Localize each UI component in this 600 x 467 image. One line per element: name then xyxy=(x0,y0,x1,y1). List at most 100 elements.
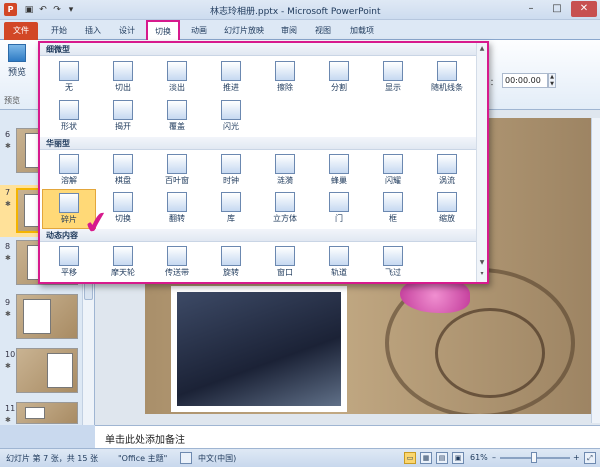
spin-down-icon[interactable]: ▼ xyxy=(549,81,555,88)
redo-icon[interactable]: ↷ xyxy=(50,3,64,17)
transition-random-bars[interactable]: 随机线条 xyxy=(420,58,474,98)
transition-blinds[interactable]: 百叶窗 xyxy=(150,151,204,191)
slide-sorter-view-icon[interactable]: ▦ xyxy=(420,452,432,464)
theme-status[interactable]: "Office 主题" xyxy=(118,453,167,464)
transition-reveal[interactable]: 显示 xyxy=(366,58,420,98)
transition-dissolve[interactable]: 溶解 xyxy=(42,151,96,191)
tab-file[interactable]: 文件 xyxy=(4,22,38,40)
transition-honeycomb-icon xyxy=(329,154,349,174)
transition-cut[interactable]: 切出 xyxy=(96,58,150,98)
reading-view-icon[interactable]: ▤ xyxy=(436,452,448,464)
save-icon[interactable]: ▣ xyxy=(22,3,36,17)
title-bar: P ▣ ↶ ↷ ▾ 林志玲相册.pptx - Microsoft PowerPo… xyxy=(0,0,600,20)
transition-window[interactable]: 窗口 xyxy=(258,243,312,283)
transition-gallery-item[interactable]: 库 xyxy=(204,189,258,229)
fit-to-window-icon[interactable]: ⤢ xyxy=(584,452,596,464)
notes-pane[interactable]: 单击此处添加备注 xyxy=(95,425,600,448)
transition-none[interactable]: 无 xyxy=(42,58,96,98)
transition-cover-icon xyxy=(167,100,187,120)
transition-window-icon xyxy=(275,246,295,266)
duration-input[interactable]: 00:00.00 xyxy=(502,73,548,88)
gallery-scrollbar[interactable]: ▲ ▼ ▾ xyxy=(476,43,487,282)
close-button[interactable]: ✕ xyxy=(571,1,597,17)
slide-number: 9 xyxy=(5,298,11,307)
minimize-button[interactable]: – xyxy=(518,1,544,17)
slide-count-status: 幻灯片 第 7 张，共 15 张 xyxy=(6,454,98,463)
transition-split[interactable]: 分割 xyxy=(312,58,366,98)
transition-vortex[interactable]: 涡流 xyxy=(420,151,474,191)
transition-fade-icon xyxy=(167,61,187,81)
transition-flip[interactable]: 翻转 xyxy=(150,189,204,229)
zoom-out-button[interactable]: – xyxy=(492,453,496,462)
slide-photo[interactable] xyxy=(171,286,347,412)
slideshow-view-icon[interactable]: ▣ xyxy=(452,452,464,464)
zoom-slider-knob[interactable] xyxy=(531,452,537,463)
duration-spinner[interactable]: ▲ ▼ xyxy=(548,73,556,88)
notes-placeholder: 单击此处添加备注 xyxy=(105,435,185,446)
tab-design[interactable]: 设计 xyxy=(112,22,142,40)
tab-home[interactable]: 开始 xyxy=(44,22,74,40)
transition-pan[interactable]: 平移 xyxy=(42,243,96,283)
slide-scrollbar[interactable] xyxy=(591,118,600,423)
preview-button[interactable]: 预览 xyxy=(4,44,30,78)
transition-shape[interactable]: 形状 xyxy=(42,97,96,137)
transition-gallery: 细微型 华丽型 动态内容 无 切出 淡出 推进 擦除 分割 显示 随机线条 形状… xyxy=(38,41,489,284)
transition-clock[interactable]: 时钟 xyxy=(204,151,258,191)
check-mark-icon: ✔ xyxy=(81,204,112,243)
transition-push[interactable]: 推进 xyxy=(204,58,258,98)
spin-up-icon[interactable]: ▲ xyxy=(549,74,555,81)
gallery-more-icon[interactable]: ▾ xyxy=(478,270,486,277)
maximize-button[interactable]: □ xyxy=(544,1,570,17)
tab-review[interactable]: 审阅 xyxy=(274,22,304,40)
normal-view-icon[interactable]: ▭ xyxy=(404,452,416,464)
transition-orbit[interactable]: 轨道 xyxy=(312,243,366,283)
slide-thumbnail[interactable] xyxy=(16,294,78,339)
zoom-in-button[interactable]: + xyxy=(573,453,580,462)
qat-customize-icon[interactable]: ▾ xyxy=(64,3,78,17)
tab-slideshow[interactable]: 幻灯片放映 xyxy=(218,22,270,40)
powerpoint-app-icon[interactable]: P xyxy=(4,3,17,16)
tab-insert[interactable]: 插入 xyxy=(78,22,108,40)
tab-view[interactable]: 视图 xyxy=(308,22,338,40)
transition-honeycomb[interactable]: 蜂巢 xyxy=(312,151,366,191)
scroll-down-icon[interactable]: ▼ xyxy=(478,259,486,266)
transition-rotate-icon xyxy=(221,246,241,266)
slide-number: 7 xyxy=(5,188,11,197)
tab-animations[interactable]: 动画 xyxy=(184,22,214,40)
transition-zoom[interactable]: 缩放 xyxy=(420,189,474,229)
slide-thumbnail[interactable] xyxy=(16,348,78,393)
transition-conveyor[interactable]: 传送带 xyxy=(150,243,204,283)
transition-rotate[interactable]: 旋转 xyxy=(204,243,258,283)
transition-ripple[interactable]: 涟漪 xyxy=(258,151,312,191)
spellcheck-icon[interactable] xyxy=(180,452,192,464)
language-status[interactable]: 中文(中国) xyxy=(198,453,236,464)
transition-conveyor-icon xyxy=(167,246,187,266)
transition-zoom-icon xyxy=(437,192,457,212)
preview-icon xyxy=(8,44,26,62)
transition-fade[interactable]: 淡出 xyxy=(150,58,204,98)
tab-transitions[interactable]: 切换 xyxy=(146,20,180,42)
transition-doors[interactable]: 门 xyxy=(312,189,366,229)
slide-thumbnail[interactable] xyxy=(16,402,78,424)
transition-checkerboard[interactable]: 棋盘 xyxy=(96,151,150,191)
transition-push-icon xyxy=(221,61,241,81)
transition-glitter[interactable]: 闪耀 xyxy=(366,151,420,191)
transition-uncover[interactable]: 揭开 xyxy=(96,97,150,137)
transition-box[interactable]: 框 xyxy=(366,189,420,229)
slide-number: 8 xyxy=(5,242,11,251)
transition-cover[interactable]: 覆盖 xyxy=(150,97,204,137)
transition-ripple-icon xyxy=(275,154,295,174)
transition-glitter-icon xyxy=(383,154,403,174)
transition-ferris-wheel[interactable]: 摩天轮 xyxy=(96,243,150,283)
preview-label: 预览 xyxy=(7,68,26,78)
tab-addins[interactable]: 加载项 xyxy=(342,22,382,40)
zoom-level[interactable]: 61% xyxy=(470,453,488,462)
transition-star-icon: ✱ xyxy=(5,200,11,208)
undo-icon[interactable]: ↶ xyxy=(36,3,50,17)
transition-wipe[interactable]: 擦除 xyxy=(258,58,312,98)
scroll-up-icon[interactable]: ▲ xyxy=(478,45,486,52)
transition-cube[interactable]: 立方体 xyxy=(258,189,312,229)
transition-fly-through[interactable]: 飞过 xyxy=(366,243,420,283)
section-header-exciting: 华丽型 xyxy=(40,137,487,150)
transition-flash[interactable]: 闪光 xyxy=(204,97,258,137)
